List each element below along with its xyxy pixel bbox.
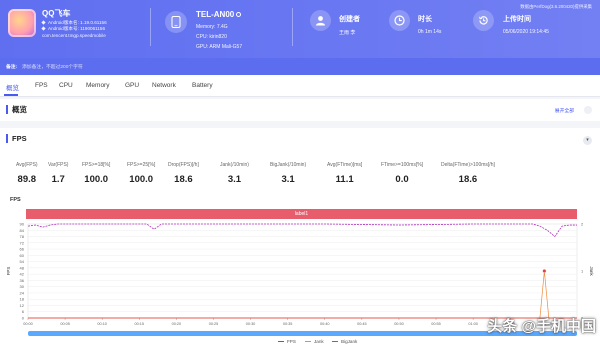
legend-bigjank[interactable]: BigJank <box>332 339 357 344</box>
device-name: TEL-AN00 <box>196 10 242 19</box>
stat-drop-fps: Drop(FPS)[/h] 18.6 <box>168 162 199 185</box>
tab-cpu[interactable]: CPU <box>59 82 73 89</box>
y-tick-label: 48 <box>20 265 25 270</box>
active-tab-indicator <box>4 94 18 96</box>
overview-collapse-icon[interactable] <box>584 106 592 114</box>
tab-bar: 概览 FPS CPU Memory GPU Network Battery <box>0 75 600 97</box>
expand-all-link[interactable]: 展开全部 <box>555 107 574 114</box>
overview-title: 概览 <box>6 105 27 114</box>
tab-fps[interactable]: FPS <box>35 82 48 89</box>
upload-time-label: 上传时间 <box>503 16 531 23</box>
tab-memory[interactable]: Memory <box>86 82 109 89</box>
y-tick-label: 6 <box>22 309 25 314</box>
x-tick-label: 00:05 <box>60 322 70 326</box>
device-gpu: GPU: ARM Mali-G57 <box>196 44 243 50</box>
x-tick-label: 00:55 <box>431 322 441 326</box>
stat-fps-ge-18: FPS>=18[%] 100.0 <box>82 162 111 185</box>
android-icon <box>41 20 46 25</box>
x-tick-label: 00:30 <box>246 322 256 326</box>
y-tick-label: 66 <box>20 247 25 252</box>
y-tick-label: 84 <box>20 228 25 233</box>
stat-var-fps: Var(FPS) 1.7 <box>48 162 69 185</box>
legend-jank-swatch <box>305 341 311 343</box>
x-tick-label: 00:15 <box>135 322 145 326</box>
user-icon <box>310 10 331 31</box>
creator-label: 创建者 <box>339 16 360 23</box>
y-tick-label: 90 <box>20 222 25 227</box>
history-icon <box>473 10 494 31</box>
package-name: com.tencent.tmgp.speedmobile <box>42 33 106 38</box>
x-tick-label: 00:35 <box>283 322 293 326</box>
tab-battery[interactable]: Battery <box>192 82 213 89</box>
clock-icon <box>389 10 410 31</box>
y-tick-label: 30 <box>20 284 25 289</box>
y-tick-label: 72 <box>20 240 25 245</box>
x-tick-label: 01:00 <box>468 322 478 326</box>
duration-value: 0h 1m 14s <box>418 29 442 35</box>
x-tick-label: 00:50 <box>394 322 404 326</box>
y-tick-label: 36 <box>20 278 25 283</box>
header-divider <box>150 8 151 46</box>
label-bar[interactable]: label1 <box>26 209 577 219</box>
creator-value: 王雨 李 <box>339 30 356 36</box>
upload-time-value: 05/06/2020 19:14:45 <box>503 29 549 35</box>
y-axis-label: FPS <box>6 267 11 276</box>
y-tick-label: 18 <box>20 297 25 302</box>
device-info-icon[interactable] <box>236 12 242 17</box>
y-tick-label: 42 <box>20 272 25 277</box>
device-memory: Memory: 7.4G <box>196 24 228 30</box>
x-tick-label: 00:00 <box>23 322 33 326</box>
legend-fps[interactable]: FPS <box>278 339 296 344</box>
report-header: QQ飞车 Android版本名: 1.19.0.61156 Android版本号… <box>0 0 600 58</box>
x-tick-label: 00:25 <box>209 322 219 326</box>
y-right-axis-label: Jank <box>589 266 594 276</box>
plot-area <box>27 223 578 319</box>
header-divider <box>292 8 293 46</box>
tab-gpu[interactable]: GPU <box>125 82 139 89</box>
x-tick-label: 00:10 <box>97 322 107 326</box>
legend-jank[interactable]: Jank <box>305 339 324 344</box>
fps-title: FPS <box>6 134 27 143</box>
android-icon <box>41 26 46 31</box>
tab-overview[interactable]: 概览 <box>6 82 19 92</box>
fps-collapse-icon[interactable]: ▾ <box>583 136 592 145</box>
app-name: QQ飞车 <box>42 9 71 18</box>
tab-network[interactable]: Network <box>152 82 176 89</box>
y-tick-label: 12 <box>20 303 25 308</box>
legend-bigjank-swatch <box>332 341 338 343</box>
x-tick-label: 00:20 <box>172 322 182 326</box>
stat-delta-ftime: Delta(FTime)>100ms[/h] 18.6 <box>441 162 495 185</box>
overview-section: 概览 展开全部 <box>0 99 600 121</box>
android-version-code: Android版本号: 1190061156 <box>41 26 105 32</box>
y-tick-label: 60 <box>20 253 25 258</box>
y-tick-label: 54 <box>20 259 25 264</box>
stat-jank: Jank(/10min) 3.1 <box>220 162 249 185</box>
y-tick-label: 0 <box>22 316 25 321</box>
app-icon <box>8 9 36 37</box>
stat-fps-ge-25: FPS>=25[%] 100.0 <box>127 162 156 185</box>
note-label: 备注: <box>6 65 18 70</box>
data-source-tip: 数据由PerfDog(3.6.200420)提供采集 <box>520 4 592 9</box>
jank-marker <box>542 269 547 274</box>
duration-label: 时长 <box>418 16 432 23</box>
stat-ftime-ge-100: FTime>=100ms[%] 0.0 <box>381 162 424 185</box>
y-right-tick-label: 2 <box>581 222 584 227</box>
y-tick-label: 24 <box>20 290 25 295</box>
phone-icon <box>165 11 187 33</box>
watermark: 头条 @手机中国 <box>487 318 596 335</box>
legend-fps-swatch <box>278 341 284 343</box>
note-input[interactable]: 添加备注，不超过200个字符 <box>22 63 83 70</box>
device-cpu: CPU: kirin820 <box>196 34 227 40</box>
x-tick-label: 00:40 <box>320 322 330 326</box>
note-bar: 备注: 添加备注，不超过200个字符 <box>0 58 600 75</box>
stat-avg-fps: Avg(FPS) 89.8 <box>16 162 38 185</box>
y-right-tick-label: 1 <box>581 269 584 274</box>
x-tick-label: 00:45 <box>357 322 367 326</box>
stat-big-jank: BigJank(/10min) 3.1 <box>270 162 307 185</box>
chart-title: FPS <box>10 197 21 203</box>
stat-avg-ftime: Avg(FTime)[ms] 11.1 <box>327 162 363 185</box>
y-tick-label: 78 <box>20 234 25 239</box>
